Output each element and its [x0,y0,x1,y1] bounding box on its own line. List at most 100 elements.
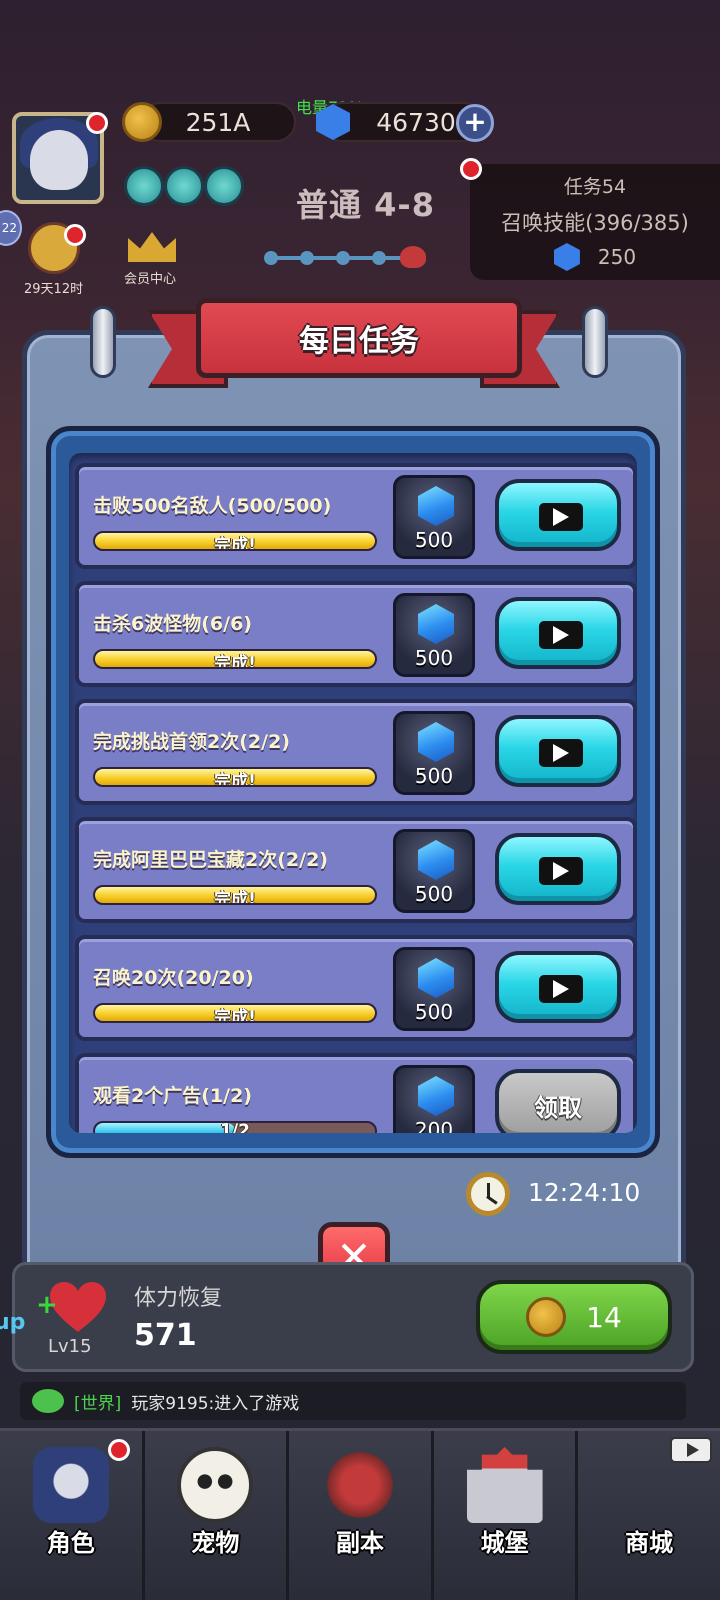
castle-icon [466,1447,543,1523]
nav-item-castle[interactable]: 城堡 [433,1431,579,1600]
stage-node [372,251,386,265]
boost-attack-icon[interactable] [204,166,244,206]
watch-video-button[interactable] [495,597,621,669]
video-ad-icon [670,1437,713,1463]
boost-speed-icon[interactable] [164,166,204,206]
task-list[interactable]: 击败500名敌人(500/500) 完成! 500 击杀6波怪物(6/6) 完成… [69,453,637,1133]
reset-timer: 12:24:10 [528,1178,641,1207]
task-progress-bar: 1/2 [93,1121,377,1133]
hero-event-timer: 29天12时 [24,282,84,297]
nav-notification-dot [107,1439,130,1461]
gem-icon [418,1076,454,1116]
gem-icon [418,486,454,526]
chat-bar[interactable]: [世界] 玩家9195:进入了游戏 [20,1382,686,1420]
hero-icon [32,1447,109,1523]
boss-icon [400,246,426,268]
bottom-nav: 角色 宠物 副本 城堡 商城 [0,1428,720,1600]
task-row: 召唤20次(20/20) 完成! 500 [75,935,637,1041]
task-progress-bar: 完成! [93,1003,377,1023]
gem-icon [418,840,454,880]
nav-item-shop[interactable]: 商城 [578,1431,720,1600]
avatar-notification-dot [86,112,108,134]
boost-gold-icon[interactable] [124,166,164,206]
crown-icon[interactable] [128,232,176,262]
nav-item-dungeon[interactable]: 副本 [289,1431,434,1600]
stage-node [264,251,278,265]
stamina-level: Lv15 [48,1336,92,1357]
task-progress-bar: 完成! [93,885,377,905]
task-reward: 200 [393,1065,475,1133]
claim-button[interactable]: 领取 [495,1069,621,1133]
reward-amount: 500 [414,528,454,552]
quest-notification-dot [460,158,482,180]
avatar-face [30,130,88,190]
task-name: 观看2个广告(1/2) [93,1085,252,1107]
reward-amount: 200 [414,1118,454,1133]
gold-coin-icon [122,102,162,142]
play-icon [539,975,583,1003]
task-progress-bar: 完成! [93,531,377,551]
main-quest-card[interactable]: 任务54 召唤技能(396/385) 250 [470,164,720,280]
hero-event-dot [64,224,86,246]
modal-title: 每日任务 [196,298,522,378]
play-icon [539,503,583,531]
task-progress-text: 完成! [214,536,256,551]
task-progress-text: 完成! [214,890,256,905]
nav-item-pet[interactable]: 宠物 [144,1431,290,1600]
stamina-title: 体力恢复 [134,1286,223,1311]
task-reward: 500 [393,711,475,795]
plus-icon: + [36,1290,58,1320]
task-progress-text: 完成! [214,654,256,669]
watch-video-button[interactable] [495,951,621,1023]
gem-icon [418,958,454,998]
nav-label: 副本 [335,1529,384,1557]
nav-item-hero[interactable]: 角色 [0,1431,145,1600]
stage-title: 普通 4-8 [296,186,435,224]
task-reward: 500 [393,475,475,559]
task-progress-bar: 完成! [93,649,377,669]
task-progress-text: 完成! [214,772,256,787]
buy-cost: 14 [586,1300,622,1334]
task-reward: 500 [393,593,475,677]
reward-amount: 500 [414,1000,454,1024]
binder-ring [90,306,116,378]
play-icon [539,739,583,767]
task-name: 击败500名敌人(500/500) [93,495,332,517]
level-badge: 22 [0,210,22,246]
add-gems-button[interactable]: + [456,104,494,142]
quest-reward-amount: 250 [597,245,637,269]
task-row: 完成阿里巴巴宝藏2次(2/2) 完成! 500 [75,817,637,923]
quest-reward: 250 [470,243,720,271]
vip-center-label: 会员中心 [124,272,177,287]
nav-label: 角色 [46,1529,95,1557]
gold-amount: 251A [185,107,251,137]
gem-icon [418,604,454,644]
task-progress-text: 1/2 [220,1121,250,1133]
reward-amount: 500 [414,882,454,906]
reward-amount: 500 [414,646,454,670]
binder-ring [582,306,608,378]
buy-stamina-button[interactable]: 14 [476,1280,672,1354]
stage-node [336,251,350,265]
quest-description: 召唤技能(396/385) [501,211,689,235]
gem-icon [418,722,454,762]
task-progress-text: 完成! [214,1008,256,1023]
task-name: 完成挑战首领2次(2/2) [93,731,290,753]
watch-video-button[interactable] [495,833,621,905]
task-progress-bar: 完成! [93,767,377,787]
stamina-value: 571 [134,1318,197,1353]
gem-amount: 46730 [376,107,456,137]
task-name: 完成阿里巴巴宝藏2次(2/2) [93,849,328,871]
dungeon-icon [321,1447,398,1523]
chat-icon [32,1389,64,1413]
task-reward: 500 [393,947,475,1031]
chat-message: 玩家9195:进入了游戏 [131,1393,300,1414]
nav-label: 商城 [625,1529,674,1557]
side-label[interactable]: up [0,1310,25,1335]
task-name: 击杀6波怪物(6/6) [93,613,252,635]
task-name: 召唤20次(20/20) [93,967,254,989]
watch-video-button[interactable] [495,715,621,787]
play-icon [539,621,583,649]
task-row: 击败500名敌人(500/500) 完成! 500 [75,463,637,569]
watch-video-button[interactable] [495,479,621,551]
